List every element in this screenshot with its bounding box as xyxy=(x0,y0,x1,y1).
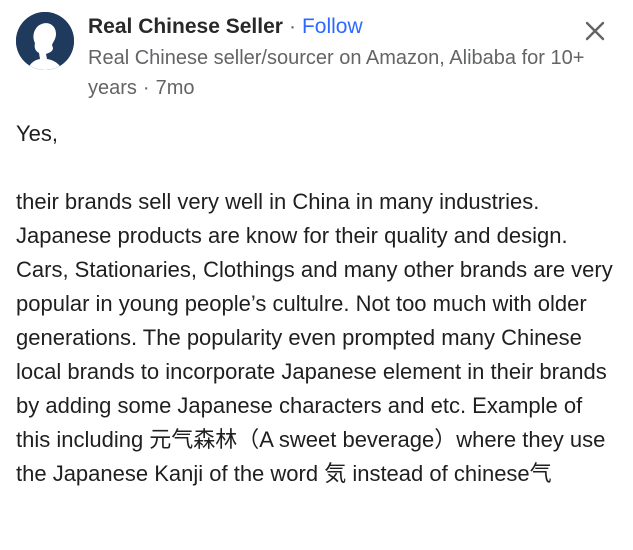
close-button[interactable] xyxy=(578,14,612,48)
close-icon xyxy=(585,21,605,41)
answer-body: Yes, their brands sell very well in Chin… xyxy=(16,117,621,491)
author-name[interactable]: Real Chinese Seller xyxy=(88,15,283,38)
author-line: Real Chinese Seller · Follow xyxy=(88,13,363,41)
person-silhouette-icon xyxy=(16,12,74,70)
timestamp[interactable]: 7mo xyxy=(156,77,195,99)
answer-paragraph: their brands sell very well in China in … xyxy=(16,189,613,486)
separator-dot: · xyxy=(288,15,296,38)
separator-dot: · xyxy=(142,77,150,99)
avatar[interactable] xyxy=(16,12,74,70)
answer-paragraph: Yes, xyxy=(16,121,59,146)
follow-button[interactable]: Follow xyxy=(302,15,363,38)
author-credential: Real Chinese seller/sourcer on Amazon, A… xyxy=(88,43,593,103)
answer-header: Real Chinese Seller · Follow Real Chinese … xyxy=(0,0,633,110)
